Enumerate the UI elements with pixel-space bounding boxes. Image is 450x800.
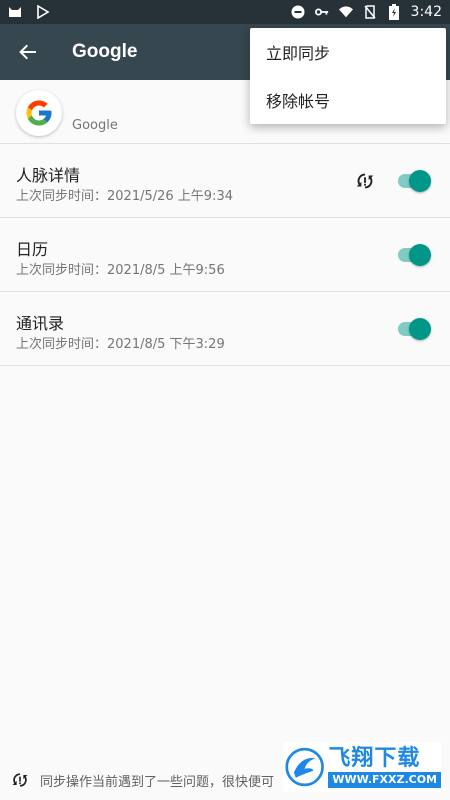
wifi-icon xyxy=(338,5,353,19)
no-sim-icon xyxy=(363,5,377,19)
account-name: Google xyxy=(72,118,118,133)
sync-item-label: 日历 xyxy=(16,240,49,259)
menu-item-remove-account[interactable]: 移除帐号 xyxy=(250,76,446,124)
sync-item-last-sync: 上次同步时间：2021/8/5 下午3:29 xyxy=(16,337,225,352)
sync-list: 人脉详情 上次同步时间：2021/5/26 上午9:34 日历 上次同步时间：2… xyxy=(0,144,450,366)
status-bar: 3:42 xyxy=(0,0,450,24)
sync-item-label: 人脉详情 xyxy=(16,166,81,185)
sync-toggle-switch[interactable] xyxy=(396,318,432,340)
watermark-brand: 飞翔下载 xyxy=(328,746,421,771)
cat-notification-icon xyxy=(8,5,22,19)
vpn-key-icon xyxy=(314,5,329,19)
sync-item-contacts-details[interactable]: 人脉详情 上次同步时间：2021/5/26 上午9:34 xyxy=(0,144,450,218)
menu-item-sync-now[interactable]: 立即同步 xyxy=(250,28,446,76)
toggle-thumb xyxy=(409,244,431,266)
google-g-logo xyxy=(16,90,62,136)
page-title: Google xyxy=(72,41,138,62)
sync-item-label: 通讯录 xyxy=(16,314,65,333)
status-time: 3:42 xyxy=(410,4,442,20)
watermark: 飞翔下载 WWW.FXXZ.COM xyxy=(283,742,441,792)
toggle-thumb xyxy=(409,170,431,192)
do-not-disturb-icon xyxy=(291,5,305,19)
toggle-thumb xyxy=(409,318,431,340)
sync-item-contacts[interactable]: 通讯录 上次同步时间：2021/8/5 下午3:29 xyxy=(0,292,450,366)
sync-toggle-switch[interactable] xyxy=(396,170,432,192)
fxxz-logo-icon xyxy=(285,747,324,787)
watermark-url: WWW.FXXZ.COM xyxy=(328,772,441,788)
back-button[interactable] xyxy=(0,24,56,80)
sync-problem-icon xyxy=(356,173,374,189)
sync-problem-icon xyxy=(12,773,28,787)
sync-item-last-sync: 上次同步时间：2021/8/5 上午9:56 xyxy=(16,263,225,278)
sync-item-last-sync: 上次同步时间：2021/5/26 上午9:34 xyxy=(16,189,233,204)
battery-charging-icon xyxy=(387,4,401,20)
arrow-back-icon xyxy=(19,44,36,60)
sync-item-calendar[interactable]: 日历 上次同步时间：2021/8/5 上午9:56 xyxy=(0,218,450,292)
play-store-icon xyxy=(36,5,50,19)
sync-toggle-switch[interactable] xyxy=(396,244,432,266)
overflow-menu: 立即同步 移除帐号 xyxy=(250,28,446,124)
footer-message: 同步操作当前遇到了一些问题，很快便可 xyxy=(40,775,275,790)
